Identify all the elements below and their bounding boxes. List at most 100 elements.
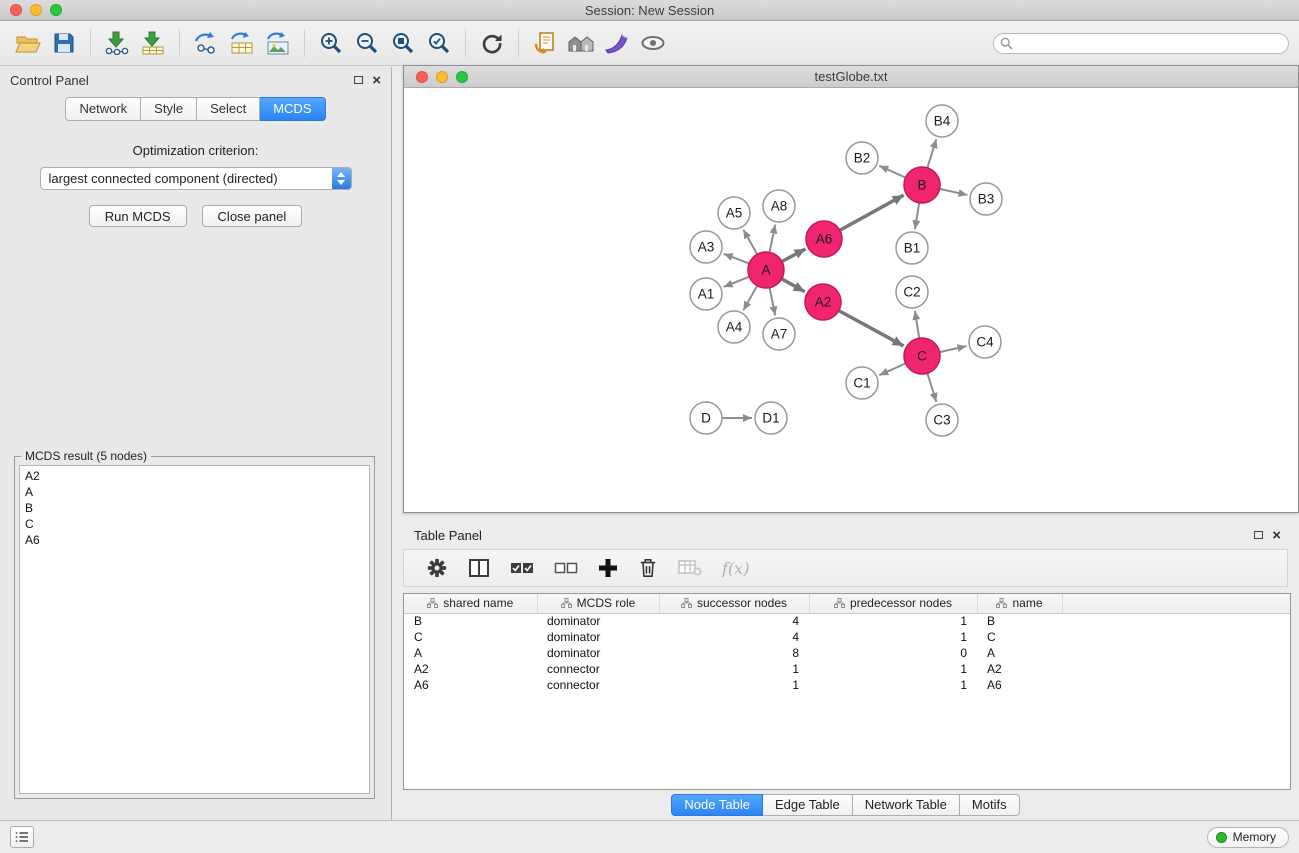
column-header-predecessor-nodes[interactable]: predecessor nodes	[809, 594, 977, 613]
graph-edge-A-A7[interactable]	[770, 288, 776, 316]
graph-edge-B-B1[interactable]	[915, 203, 919, 229]
result-item[interactable]: A	[20, 484, 369, 500]
export-network-button[interactable]	[188, 25, 224, 61]
show-hide-button[interactable]	[635, 25, 671, 61]
float-panel-icon[interactable]	[354, 76, 363, 84]
result-item[interactable]: A2	[20, 468, 369, 484]
toolbar-separator	[179, 29, 180, 57]
window-titlebar: Session: New Session	[0, 0, 1299, 21]
network-maximize-button[interactable]	[456, 71, 468, 83]
table-row[interactable]: Cdominator41C	[404, 629, 1290, 645]
select-all-rows-button[interactable]	[510, 561, 534, 575]
first-neighbors-button[interactable]	[563, 25, 599, 61]
network-close-button[interactable]	[416, 71, 428, 83]
gear-icon	[426, 557, 448, 579]
close-window-button[interactable]	[10, 4, 22, 16]
graph-edge-A-A6[interactable]	[782, 249, 806, 262]
graph-edge-A-A1[interactable]	[724, 277, 750, 287]
minimize-window-button[interactable]	[30, 4, 42, 16]
table-row[interactable]: A2connector11A2	[404, 661, 1290, 677]
graph-node-label: C	[917, 349, 927, 364]
import-network-button[interactable]	[99, 25, 135, 61]
network-minimize-button[interactable]	[436, 71, 448, 83]
show-columns-button[interactable]	[468, 558, 490, 578]
toolbar-separator	[90, 29, 91, 57]
search-input[interactable]	[993, 33, 1289, 54]
export-table-button[interactable]	[224, 25, 260, 61]
delete-table-button[interactable]	[678, 559, 702, 577]
table-row[interactable]: Bdominator41B	[404, 613, 1290, 629]
toolbar-search	[993, 33, 1289, 54]
graph-edge-C-C1[interactable]	[879, 363, 905, 375]
tab-node-table[interactable]: Node Table	[671, 794, 763, 816]
table-options-button[interactable]	[426, 557, 448, 579]
memory-button[interactable]: Memory	[1207, 827, 1289, 848]
export-image-button[interactable]	[260, 25, 296, 61]
style-highlight-button[interactable]	[599, 25, 635, 61]
result-item[interactable]: B	[20, 500, 369, 516]
table-row[interactable]: A6connector11A6	[404, 677, 1290, 693]
column-header-successor-nodes[interactable]: successor nodes	[659, 594, 809, 613]
zoom-selected-button[interactable]	[421, 25, 457, 61]
graph-edge-A-A2[interactable]	[782, 279, 805, 292]
open-session-button[interactable]	[10, 25, 46, 61]
save-session-button[interactable]	[46, 25, 82, 61]
refresh-button[interactable]	[474, 25, 510, 61]
tab-network-table[interactable]: Network Table	[853, 794, 960, 816]
graph-edge-C-C3[interactable]	[927, 373, 936, 402]
node-table[interactable]: shared nameMCDS rolesuccessor nodesprede…	[403, 593, 1291, 790]
graph-edge-B-B4[interactable]	[927, 139, 936, 168]
run-mcds-button[interactable]: Run MCDS	[89, 205, 187, 227]
graph-edge-B-B2[interactable]	[879, 166, 905, 178]
graph-edge-A-A4[interactable]	[743, 286, 757, 311]
close-table-panel-icon[interactable]: ×	[1272, 528, 1281, 543]
criterion-dropdown[interactable]: largest connected component (directed)	[40, 167, 352, 190]
graph-node-label: C1	[853, 376, 870, 391]
graph-node-label: B1	[904, 241, 921, 256]
graph-edge-C-C4[interactable]	[940, 346, 967, 352]
zoom-in-button[interactable]	[313, 25, 349, 61]
graph-node-label: A	[761, 263, 770, 278]
table-row[interactable]: Adominator80A	[404, 645, 1290, 661]
close-panel-icon[interactable]: ×	[372, 73, 381, 88]
network-canvas[interactable]: B4B2BB3A5A8A6B1A3AC2A1A2A4A7C4CC1C3DD1	[404, 88, 1298, 512]
column-header-shared-name[interactable]: shared name	[404, 594, 537, 613]
column-header-name[interactable]: name	[977, 594, 1062, 613]
tab-motifs[interactable]: Motifs	[960, 794, 1020, 816]
zoom-out-button[interactable]	[349, 25, 385, 61]
network-snapshot-button[interactable]	[527, 25, 563, 61]
result-item[interactable]: C	[20, 516, 369, 532]
graph-edge-A-A8[interactable]	[770, 225, 776, 253]
tab-select[interactable]: Select	[197, 97, 260, 121]
graph-node-label: B4	[934, 114, 951, 129]
tab-network[interactable]: Network	[65, 97, 141, 121]
maximize-window-button[interactable]	[50, 4, 62, 16]
deselect-all-rows-button[interactable]	[554, 561, 578, 575]
result-item[interactable]: A6	[20, 532, 369, 548]
tab-mcds[interactable]: MCDS	[260, 97, 325, 121]
graph-edge-A-A3[interactable]	[724, 254, 749, 264]
memory-status-icon	[1216, 832, 1227, 843]
graph-edge-C-C2[interactable]	[915, 311, 919, 338]
float-table-panel-icon[interactable]	[1254, 531, 1263, 539]
deselect-all-icon	[554, 561, 578, 575]
task-history-button[interactable]	[10, 826, 34, 848]
apply-function-button[interactable]: f(x)	[722, 559, 749, 578]
close-panel-button[interactable]: Close panel	[202, 205, 303, 227]
delete-rows-button[interactable]	[638, 557, 658, 579]
zoom-fit-button[interactable]	[385, 25, 421, 61]
network-graph[interactable]: B4B2BB3A5A8A6B1A3AC2A1A2A4A7C4CC1C3DD1	[404, 88, 1298, 512]
graph-edge-A2-C[interactable]	[839, 311, 904, 346]
tab-edge-table[interactable]: Edge Table	[763, 794, 853, 816]
graph-edge-A6-B[interactable]	[840, 195, 904, 230]
main-toolbar	[0, 21, 1299, 66]
graph-edge-B-B3[interactable]	[940, 189, 968, 195]
open-folder-icon	[15, 32, 41, 54]
import-table-button[interactable]	[135, 25, 171, 61]
column-header-mcds-role[interactable]: MCDS role	[537, 594, 659, 613]
tab-style[interactable]: Style	[141, 97, 197, 121]
mcds-result-list[interactable]: A2ABCA6	[19, 465, 370, 794]
add-row-button[interactable]	[598, 558, 618, 578]
optimization-criterion-label: Optimization criterion:	[0, 143, 391, 158]
graph-edge-A-A5[interactable]	[743, 230, 757, 255]
